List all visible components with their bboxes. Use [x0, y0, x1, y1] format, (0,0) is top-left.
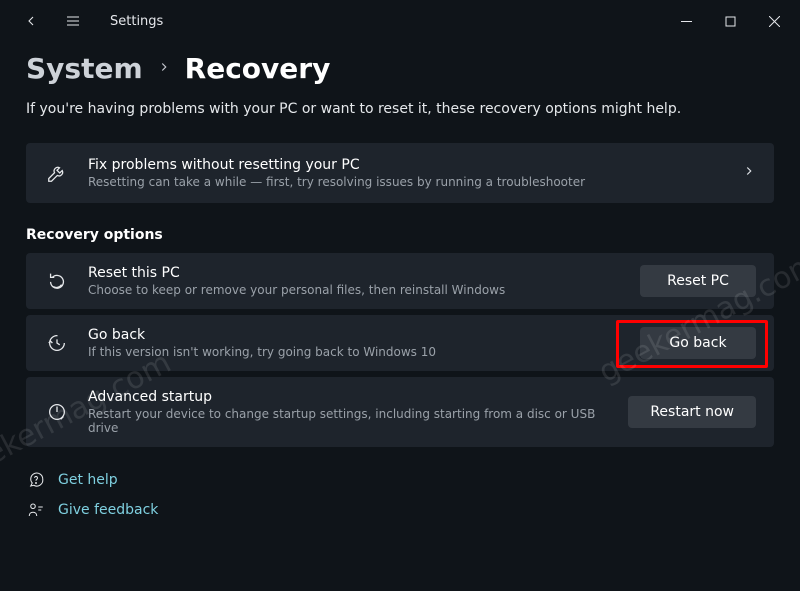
- go-back-button[interactable]: Go back: [640, 327, 756, 359]
- reset-desc: Choose to keep or remove your personal f…: [88, 283, 622, 297]
- reset-pc-button[interactable]: Reset PC: [640, 265, 756, 297]
- chevron-right-icon: [742, 164, 756, 182]
- feedback-icon: [26, 501, 46, 519]
- go-back-row: Go back If this version isn't working, t…: [26, 315, 774, 371]
- chevron-right-icon: [157, 60, 171, 78]
- breadcrumb: System Recovery: [26, 52, 774, 85]
- advanced-desc: Restart your device to change startup se…: [88, 407, 610, 435]
- page-subtitle: If you're having problems with your PC o…: [26, 101, 774, 117]
- get-help-link[interactable]: Get help: [26, 471, 774, 489]
- help-icon: [26, 471, 46, 489]
- wrench-icon: [44, 162, 70, 184]
- back-button[interactable]: [12, 2, 50, 40]
- reset-icon: [44, 270, 70, 292]
- recovery-options-header: Recovery options: [26, 227, 774, 243]
- fix-card-title: Fix problems without resetting your PC: [88, 157, 724, 173]
- breadcrumb-parent[interactable]: System: [26, 52, 143, 85]
- app-title: Settings: [110, 14, 163, 29]
- fix-problems-card[interactable]: Fix problems without resetting your PC R…: [26, 143, 774, 203]
- advanced-title: Advanced startup: [88, 389, 610, 405]
- power-settings-icon: [44, 401, 70, 423]
- give-feedback-label: Give feedback: [58, 502, 158, 518]
- advanced-startup-row: Advanced startup Restart your device to …: [26, 377, 774, 447]
- reset-title: Reset this PC: [88, 265, 622, 281]
- breadcrumb-current: Recovery: [185, 52, 331, 85]
- go-back-title: Go back: [88, 327, 622, 343]
- go-back-desc: If this version isn't working, try going…: [88, 345, 622, 359]
- titlebar: Settings: [0, 0, 800, 42]
- maximize-button[interactable]: [708, 2, 752, 40]
- give-feedback-link[interactable]: Give feedback: [26, 501, 774, 519]
- restart-now-button[interactable]: Restart now: [628, 396, 756, 428]
- get-help-label: Get help: [58, 472, 118, 488]
- nav-menu-button[interactable]: [54, 2, 92, 40]
- history-icon: [44, 332, 70, 354]
- close-button[interactable]: [752, 2, 796, 40]
- reset-pc-row: Reset this PC Choose to keep or remove y…: [26, 253, 774, 309]
- minimize-button[interactable]: [664, 2, 708, 40]
- fix-card-desc: Resetting can take a while — first, try …: [88, 175, 724, 189]
